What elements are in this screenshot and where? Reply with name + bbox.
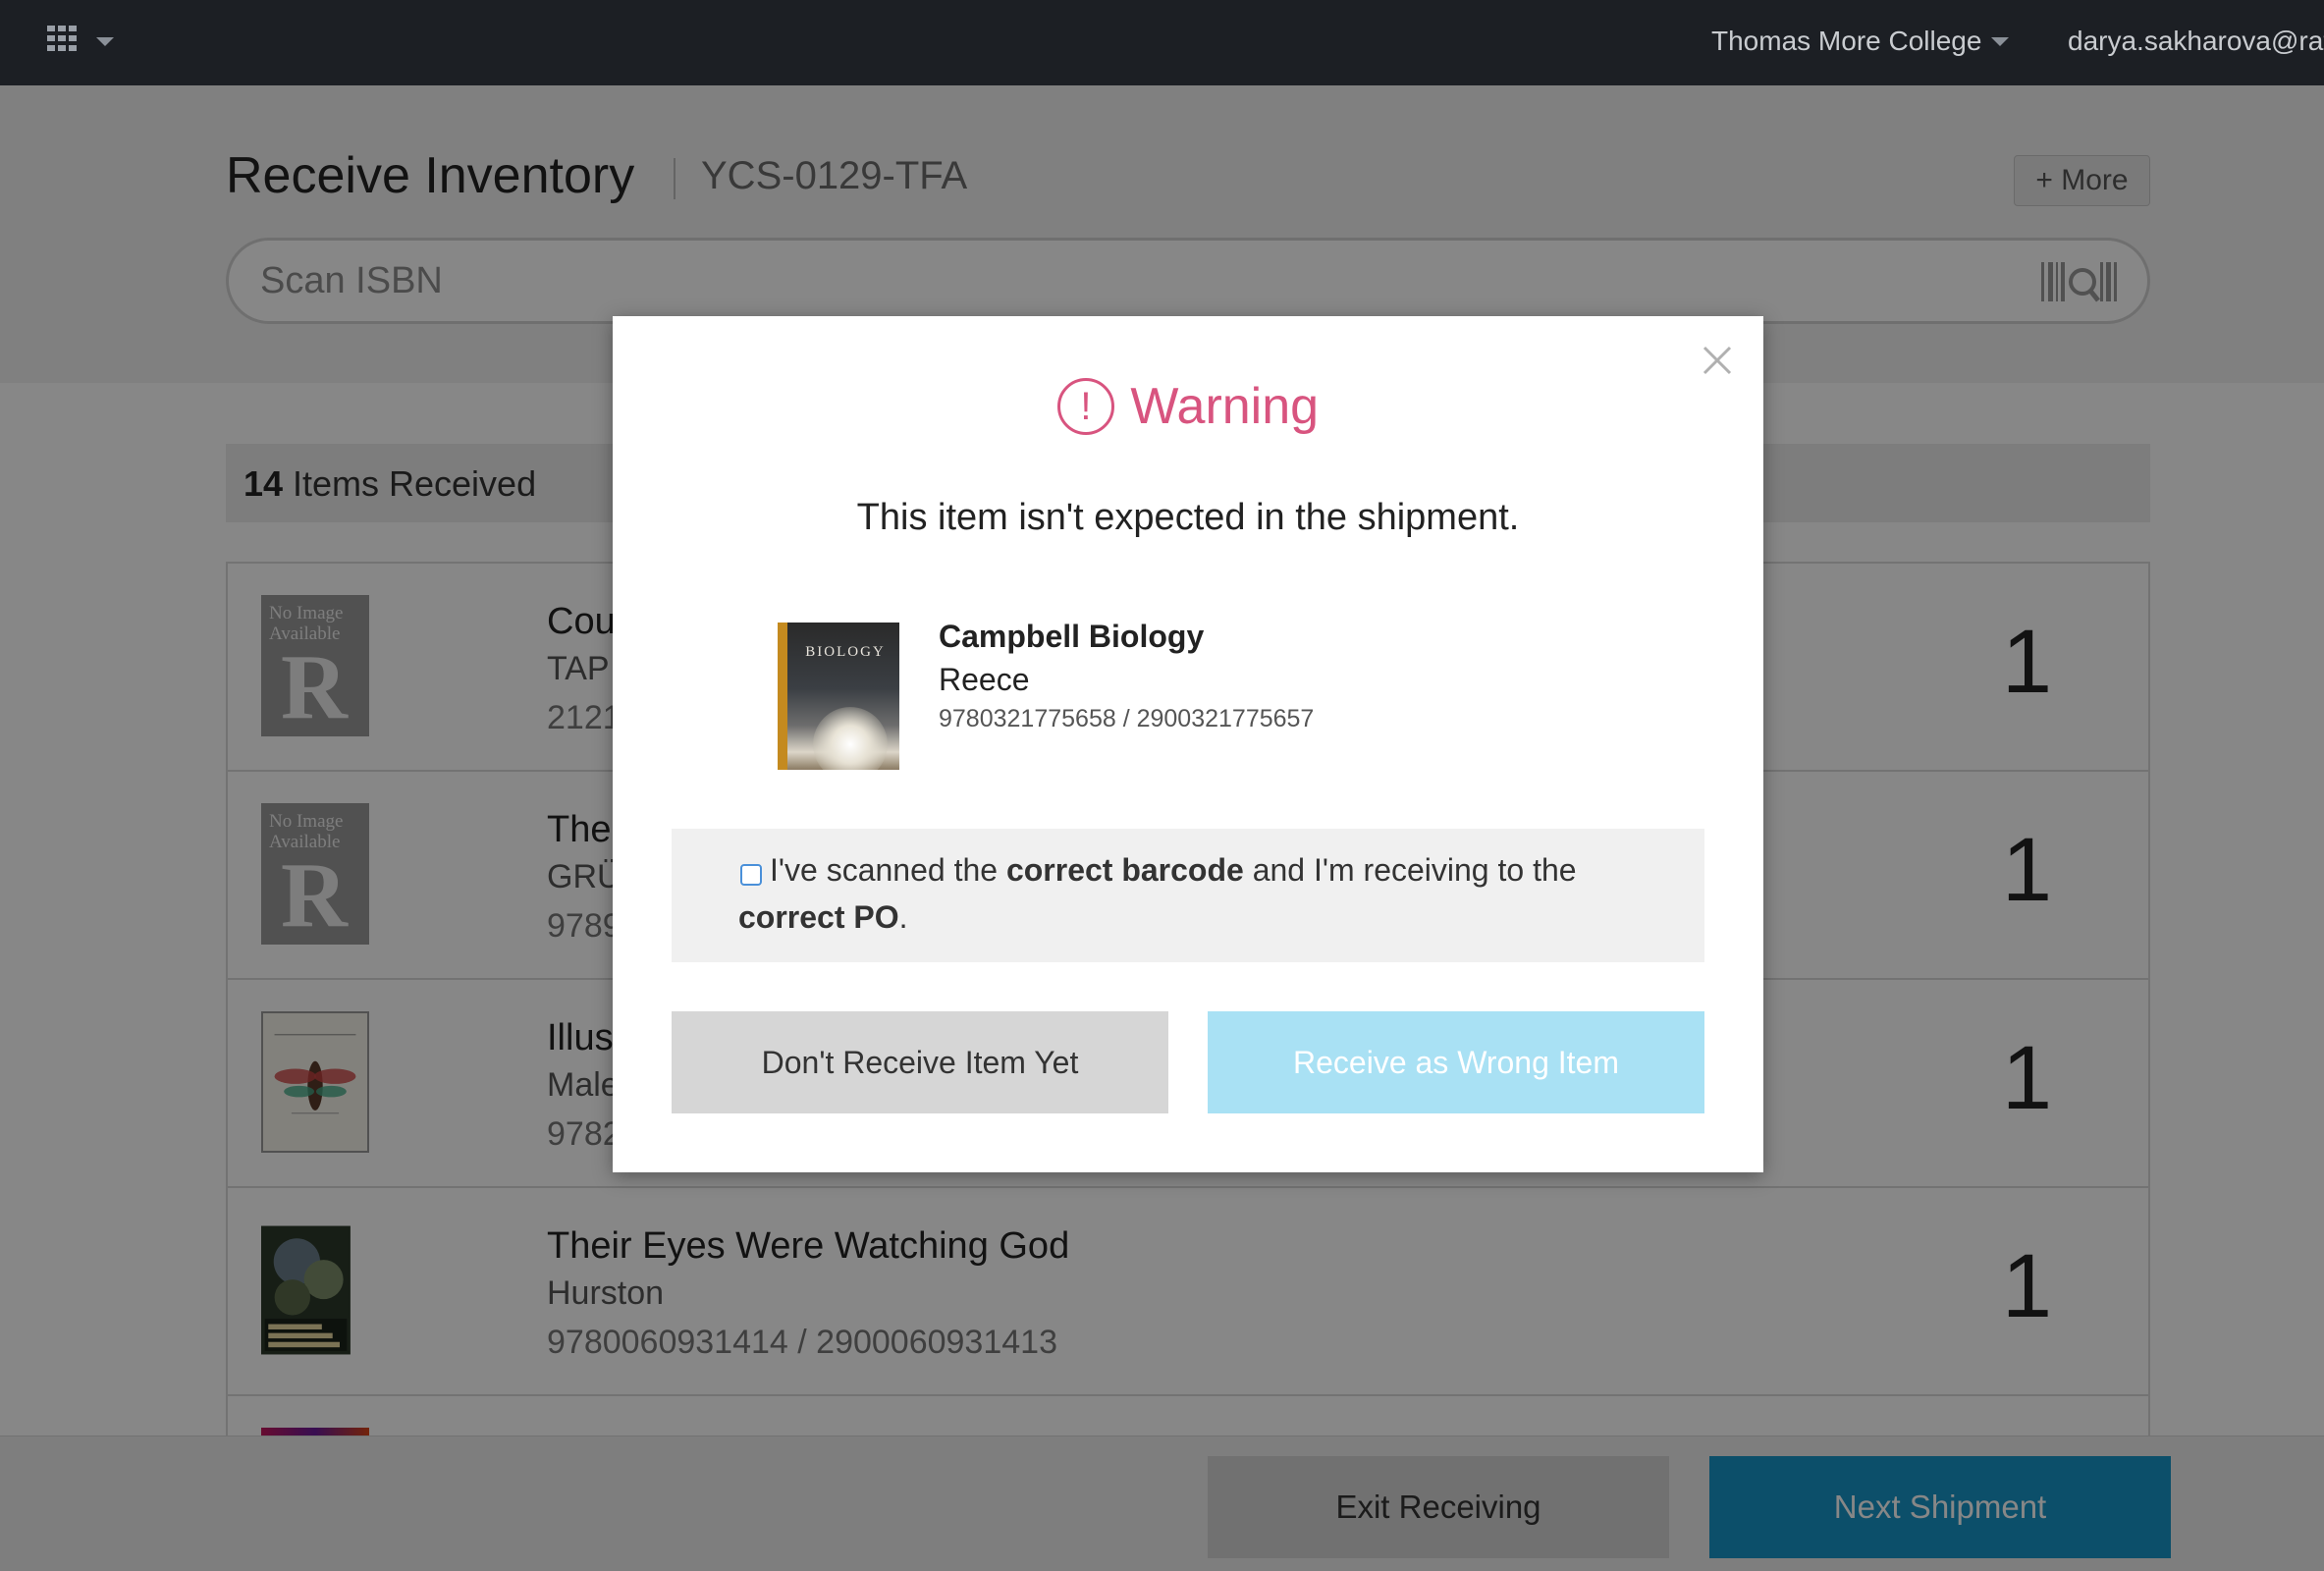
confirm-panel: I've scanned the correct barcode and I'm… [672,829,1704,962]
receive-wrong-item-button[interactable]: Receive as Wrong Item [1208,1011,1704,1113]
college-selector[interactable]: Thomas More College [1711,26,1981,57]
apps-grid-icon[interactable] [47,26,77,51]
close-icon[interactable] [1701,344,1734,377]
warning-message: This item isn't expected in the shipment… [856,497,1520,538]
user-account-menu[interactable]: darya.sakharova@rafte [2068,26,2324,57]
apps-menu-chevron-down-icon[interactable] [96,37,114,46]
dont-receive-button[interactable]: Don't Receive Item Yet [672,1011,1168,1113]
warning-title: Warning [1130,378,1320,435]
item-author: Reece [939,662,1030,697]
item-title: Campbell Biology [939,619,1205,654]
confirm-label[interactable]: I've scanned the correct barcode and I'm… [738,846,1681,941]
warning-dialog: ! Warning This item isn't expected in th… [613,316,1763,1172]
item-cover-image: BIOLOGY [778,623,899,770]
top-navigation-bar: Thomas More College darya.sakharova@raft… [0,0,2324,85]
exclamation-circle-icon: ! [1056,378,1114,435]
warning-heading: ! Warning [613,377,1763,436]
college-chevron-down-icon[interactable] [1991,37,2009,46]
item-isbn: 9780321775658 / 2900321775657 [939,705,1315,732]
